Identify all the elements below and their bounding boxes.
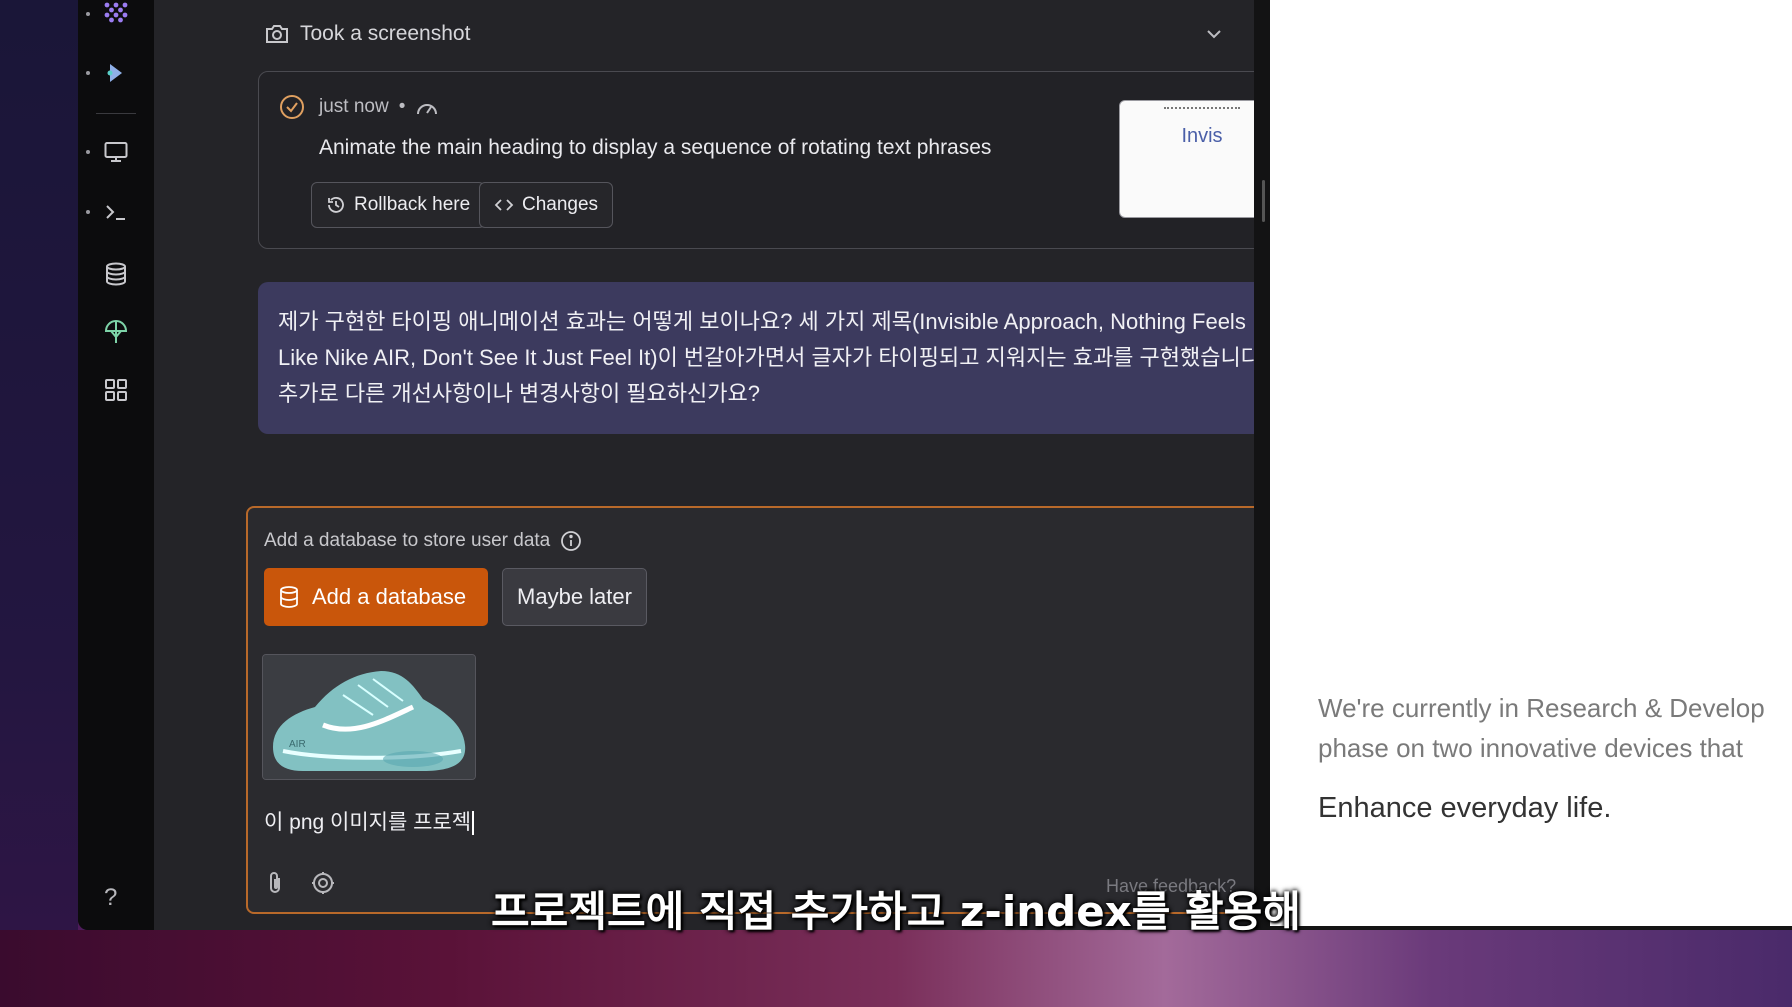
maybe-later-button[interactable]: Maybe later (502, 568, 647, 626)
info-icon[interactable] (560, 530, 582, 552)
text-caret (472, 811, 475, 836)
assistant-message-line: Like Nike AIR, Don't See It Just Feel It… (278, 345, 1268, 370)
database-icon (280, 586, 298, 608)
check-circle-icon (279, 94, 305, 125)
meta-separator: • (398, 96, 406, 117)
database-prompt: Add a database to store user data (264, 530, 582, 552)
panel-divider[interactable] (1254, 0, 1270, 930)
rail-dot (86, 150, 90, 154)
add-database-button[interactable]: Add a database (264, 568, 488, 626)
preview-paragraph-line: We're currently in Research & Develop (1318, 693, 1765, 723)
rail-item-database[interactable] (98, 256, 134, 292)
rail-dot (86, 12, 90, 16)
preview-paragraph: We're currently in Research & Develop ph… (1318, 688, 1792, 768)
composer: Add a database to store user data Add a … (246, 506, 1324, 914)
monitor-icon (104, 142, 128, 162)
rail-item-shell[interactable] (86, 194, 134, 230)
rail-item-apps[interactable] (98, 372, 134, 408)
logo-icon (104, 2, 128, 23)
attachment-badge-text: AIR (289, 739, 306, 750)
attached-image[interactable]: AIR (262, 654, 476, 780)
preview-paragraph-line: phase on two innovative devices that (1318, 733, 1743, 763)
deploy-icon (104, 320, 128, 343)
database-prompt-text: Add a database to store user data (264, 530, 551, 551)
rail-item-preview[interactable] (86, 134, 134, 170)
history-icon (328, 197, 344, 213)
rollback-button[interactable]: Rollback here (311, 182, 486, 228)
rail-item-deploy[interactable] (98, 314, 134, 350)
video-subtitle: 프로젝트에 직접 추가하고 z-index를 활용해 (491, 887, 1301, 936)
app-window: ? Took a screenshot just now • Animate t… (78, 0, 1792, 930)
checkpoint-meta: just now • (319, 96, 439, 118)
assistant-message: 제가 구현한 타이핑 애니메이션 효과는 어떻게 보이나요? 세 가지 제목(I… (258, 282, 1312, 434)
checkpoint-card: just now • Animate the main heading to d… (258, 71, 1310, 249)
preview-heading: Enhance everyday life. (1318, 792, 1612, 824)
code-icon (494, 199, 514, 211)
chat-panel: Took a screenshot just now • Animate the… (154, 0, 1324, 930)
rail-dot (86, 210, 90, 214)
assistant-message-line: 제가 구현한 타이핑 애니메이션 효과는 어떻게 보이나요? 세 가지 제목(I… (278, 309, 1246, 334)
add-database-label: Add a database (312, 584, 467, 609)
webview-preview: We're currently in Research & Develop ph… (1270, 0, 1792, 926)
chevron-down-icon[interactable] (1204, 24, 1224, 49)
agent-icon (107, 64, 122, 82)
rail-dot (86, 71, 90, 75)
rail-separator (96, 113, 136, 114)
thumbnail-nav-dots (1164, 107, 1240, 109)
screenshot-step-title: Took a screenshot (300, 22, 471, 45)
desktop-edge (0, 0, 78, 930)
resize-handle[interactable] (1262, 180, 1265, 222)
database-icon (106, 262, 126, 286)
terminal-icon (106, 205, 125, 220)
icon-rail: ? (78, 0, 154, 930)
rail-item-logo[interactable] (86, 0, 134, 32)
changes-label: Changes (522, 194, 599, 215)
camera-icon (266, 25, 288, 43)
message-input-value: 이 png 이미지를 프로젝 (264, 811, 472, 834)
message-input[interactable]: 이 png 이미지를 프로젝 (264, 806, 475, 836)
assistant-message-line: 추가로 다른 개선사항이나 변경사항이 필요하신가요? (278, 381, 760, 406)
grid-icon (105, 379, 127, 401)
changes-button[interactable]: Changes (479, 182, 614, 228)
checkpoint-description: Animate the main heading to display a se… (319, 136, 992, 159)
rollback-label: Rollback here (354, 194, 471, 215)
rail-item-agent[interactable] (86, 55, 134, 91)
checkpoint-time: just now (319, 96, 389, 117)
sneaker-image: AIR (263, 655, 475, 779)
desktop-background (0, 930, 1792, 1007)
speed-gauge-icon (417, 104, 438, 115)
screenshot-step-header[interactable]: Took a screenshot (264, 22, 470, 46)
